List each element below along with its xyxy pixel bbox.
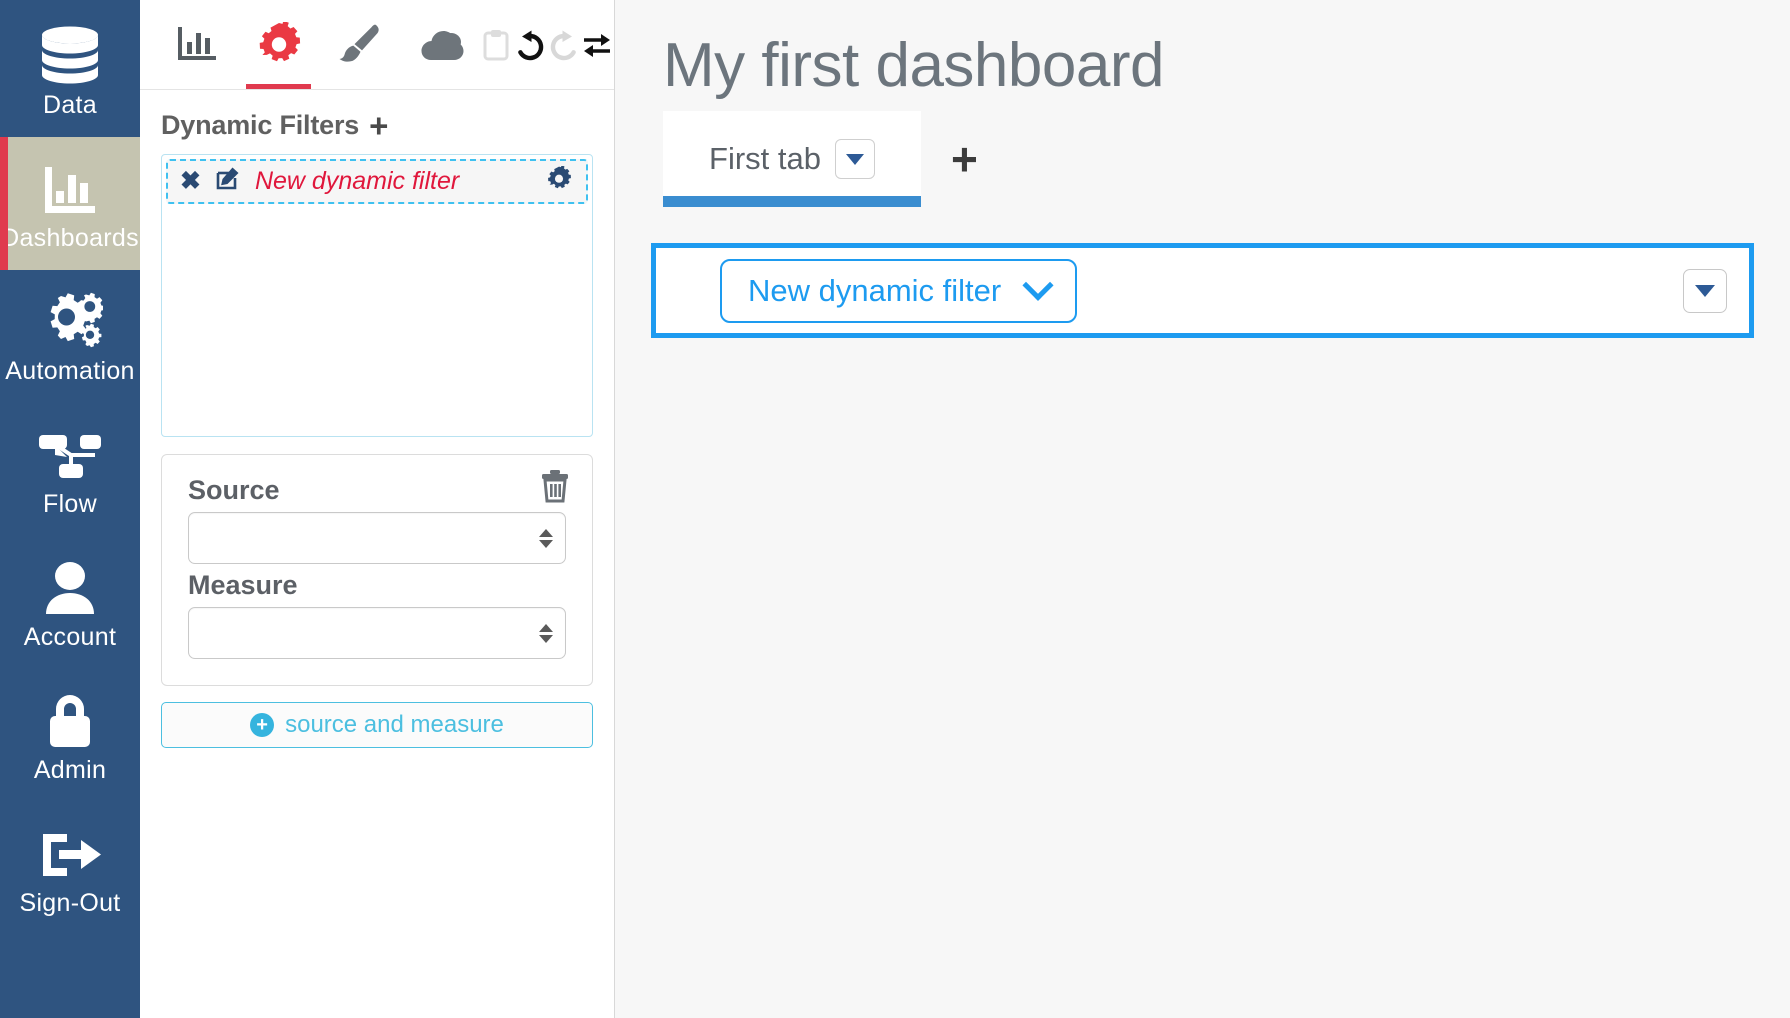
chart-icon[interactable] <box>158 0 238 89</box>
dashboard-header: My first dashboard <box>615 0 1790 112</box>
dynamic-filter-item[interactable]: ✖ New dynamic filter <box>166 159 588 204</box>
dashboard-canvas: New dynamic filter <box>615 207 1790 1018</box>
sidebar-item-account[interactable]: Account <box>0 536 140 669</box>
database-icon <box>39 24 101 84</box>
paintbrush-icon[interactable] <box>319 0 399 89</box>
dynamic-filters-title: Dynamic Filters <box>161 110 360 140</box>
add-source-and-measure-button[interactable]: + source and measure <box>161 702 593 748</box>
tab-first-tab[interactable]: First tab <box>663 111 921 208</box>
settings-panel: Dynamic Filters + ✖ New dynamic filter S… <box>140 0 615 1018</box>
tab-label: First tab <box>709 141 821 177</box>
spinner-icon <box>539 623 553 643</box>
close-icon[interactable]: ✖ <box>180 169 201 194</box>
page-title: My first dashboard <box>663 31 1165 100</box>
sitemap-icon <box>37 423 103 483</box>
plus-circle-icon: + <box>250 713 275 737</box>
sidebar-item-admin[interactable]: Admin <box>0 669 140 802</box>
main-sidebar: Data Dashboards Automation Flow Account … <box>0 0 140 1018</box>
sidebar-label-automation: Automation <box>5 356 135 385</box>
dashboard-tabbar: First tab + <box>615 111 1790 208</box>
dynamic-filters-header: Dynamic Filters + <box>161 109 593 142</box>
widget-menu-button[interactable] <box>1683 268 1727 313</box>
spinner-icon <box>539 528 553 548</box>
cloud-icon[interactable] <box>399 0 479 89</box>
panel-toolbar <box>140 0 614 90</box>
sidebar-label-sign-out: Sign-Out <box>19 888 121 917</box>
undo-icon[interactable] <box>513 0 547 89</box>
gear-icon[interactable] <box>238 0 318 89</box>
redo-icon[interactable] <box>547 0 581 89</box>
caret-down-icon[interactable] <box>834 139 875 180</box>
panel-content: Dynamic Filters + ✖ New dynamic filter S… <box>140 90 614 748</box>
measure-select[interactable] <box>188 607 566 659</box>
add-tab-button[interactable]: + <box>921 111 1008 207</box>
trash-icon[interactable] <box>540 469 570 508</box>
sidebar-label-dashboards: Dashboards <box>1 223 139 252</box>
chevron-down-icon <box>1022 269 1054 301</box>
app-root: Data Dashboards Automation Flow Account … <box>0 0 1790 1018</box>
source-label: Source <box>188 475 280 505</box>
dynamic-filter-dropdown[interactable]: New dynamic filter <box>720 258 1078 323</box>
dashboard-main: My first dashboard First tab + New dynam… <box>615 0 1790 1018</box>
user-icon <box>41 556 99 616</box>
edit-square-icon[interactable] <box>215 166 241 197</box>
sidebar-item-dashboards[interactable]: Dashboards <box>0 137 140 270</box>
sign-out-icon <box>37 822 103 882</box>
dynamic-filters-list: ✖ New dynamic filter <box>161 154 593 437</box>
sidebar-label-account: Account <box>23 622 117 651</box>
add-source-and-measure-label: source and measure <box>285 711 504 738</box>
sidebar-item-flow[interactable]: Flow <box>0 403 140 536</box>
dynamic-filter-dropdown-label: New dynamic filter <box>748 272 1002 308</box>
sidebar-label-admin: Admin <box>33 755 107 784</box>
sidebar-label-flow: Flow <box>43 489 97 518</box>
add-dynamic-filter-button[interactable]: + <box>369 109 388 142</box>
swap-icon[interactable] <box>580 0 614 89</box>
lock-icon <box>43 689 97 749</box>
sidebar-item-sign-out[interactable]: Sign-Out <box>0 802 140 935</box>
sidebar-item-automation[interactable]: Automation <box>0 270 140 403</box>
bar-chart-icon <box>39 157 101 217</box>
source-select[interactable] <box>188 512 566 564</box>
dynamic-filter-widget[interactable]: New dynamic filter <box>651 243 1754 339</box>
gears-icon <box>37 290 103 350</box>
source-measure-card: Source Measure <box>161 454 593 686</box>
dynamic-filter-name: New dynamic filter <box>254 167 460 195</box>
measure-label: Measure <box>188 570 298 600</box>
sidebar-label-data: Data <box>42 90 97 119</box>
gear-icon[interactable] <box>546 165 572 197</box>
sidebar-item-data[interactable]: Data <box>0 4 140 137</box>
clipboard-icon[interactable] <box>479 0 513 89</box>
